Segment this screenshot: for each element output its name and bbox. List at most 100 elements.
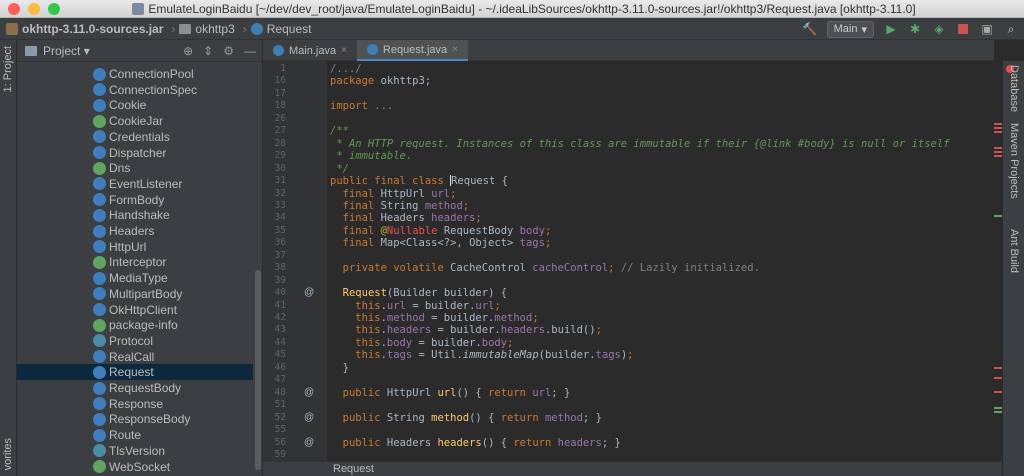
breadcrumb-package[interactable]: okhttp3 [179, 22, 235, 36]
collapse-all-icon[interactable]: ⇕ [203, 44, 213, 58]
stripe-marker[interactable] [994, 123, 1002, 125]
layout-icon[interactable]: ▣ [980, 22, 994, 36]
hide-panel-icon[interactable]: — [244, 44, 256, 58]
interface-icon [93, 255, 106, 269]
minimize-window-button[interactable] [28, 3, 40, 15]
line-number: 34 [274, 212, 286, 224]
stripe-marker[interactable] [994, 411, 1002, 413]
stripe-marker[interactable] [994, 155, 1002, 157]
code-token: ; [494, 299, 501, 312]
tree-item[interactable]: TlsVersion [17, 443, 253, 459]
override-marker-icon[interactable]: @ [304, 412, 314, 423]
tree-item[interactable]: RequestBody [17, 380, 253, 396]
stripe-marker[interactable] [994, 147, 1002, 149]
editor-tab[interactable]: Main.java × [263, 40, 357, 61]
stripe-marker[interactable] [994, 407, 1002, 409]
tree-item[interactable]: WebSocket [17, 459, 253, 475]
debug-icon[interactable]: ✱ [908, 22, 922, 36]
tool-tab-database[interactable]: Database [1008, 65, 1020, 112]
tool-tab-ant[interactable]: Ant Build [1008, 229, 1020, 273]
code-line: final String method; [330, 200, 469, 212]
class-icon [93, 146, 106, 159]
tree-item[interactable]: RealCall [17, 349, 253, 365]
override-marker-icon[interactable]: @ [304, 437, 314, 448]
search-icon[interactable]: ⌕ [1004, 22, 1018, 36]
tree-item[interactable]: Request [17, 364, 253, 381]
stripe-marker[interactable] [994, 127, 1002, 129]
target-icon[interactable]: ⊕ [183, 44, 193, 58]
line-number: 32 [274, 187, 286, 199]
project-tree: ConnectionPool ConnectionSpec Cookie Cookie… [17, 62, 263, 476]
tree-item[interactable]: Protocol [17, 333, 253, 349]
code-token: method [494, 312, 533, 324]
breadcrumb-class[interactable]: Request [250, 22, 311, 36]
project-view-select[interactable]: Project ▾ [43, 44, 90, 58]
gear-icon[interactable]: ⚙ [223, 44, 234, 58]
code-token: tags [386, 349, 413, 362]
tree-item[interactable]: MediaType [17, 270, 253, 286]
tree-scrollbar[interactable] [255, 270, 261, 470]
coverage-icon[interactable]: ◈ [932, 22, 946, 36]
tool-tab-favorites[interactable]: vorites [2, 438, 14, 470]
code-token: Request [342, 287, 387, 300]
stripe-marker[interactable] [994, 215, 1002, 217]
code-editor[interactable]: /.../package okhttp3; import ... /** * An … [327, 61, 994, 461]
tree-item[interactable]: FormBody [17, 192, 253, 208]
tree-item[interactable]: Route [17, 427, 253, 443]
tree-item[interactable]: Headers [17, 223, 253, 239]
tree-item[interactable]: package-info [17, 317, 253, 333]
breadcrumb-jar[interactable]: okhttp-3.11.0-sources.jar [6, 22, 163, 36]
tree-item[interactable]: Cookie [17, 97, 253, 113]
code-line: this.body = builder.body; [330, 337, 513, 349]
class-icon [93, 381, 106, 395]
run-config-select[interactable]: Main ▾ [826, 20, 874, 38]
tree-item[interactable]: ConnectionSpec [17, 82, 253, 98]
close-tab-icon[interactable]: × [341, 45, 347, 56]
tree-item[interactable]: ConnectionPool [17, 66, 253, 82]
code-token: ; [608, 262, 621, 275]
close-tab-icon[interactable]: × [452, 44, 458, 55]
line-number: 48 [274, 386, 286, 398]
editor-breadcrumb-bar: Request [263, 461, 1002, 476]
code-token: this [330, 299, 381, 312]
tree-item-label: package-info [109, 318, 178, 333]
tree-item[interactable]: Dispatcher [17, 145, 253, 161]
tree-item[interactable]: Handshake [17, 207, 253, 223]
tree-item[interactable]: Dns [17, 160, 253, 176]
override-marker-icon[interactable]: @ [304, 387, 314, 398]
tree-item[interactable]: ResponseBody [17, 411, 253, 427]
tree-item[interactable]: Response [17, 396, 253, 412]
editor-tab[interactable]: Request.java × [356, 40, 468, 61]
code-token: body [519, 224, 545, 237]
stop-icon[interactable] [956, 22, 970, 36]
interface-icon [93, 161, 106, 175]
class-icon [93, 303, 106, 316]
editor-breadcrumb[interactable]: Request [333, 463, 374, 475]
override-marker-icon[interactable]: @ [304, 287, 314, 298]
close-window-button[interactable] [8, 3, 20, 15]
stripe-marker[interactable] [994, 131, 1002, 133]
run-icon[interactable]: ▶ [884, 22, 898, 36]
stripe-marker[interactable] [994, 367, 1002, 369]
tool-tab-maven[interactable]: Maven Projects [1008, 123, 1020, 199]
stripe-marker[interactable] [994, 151, 1002, 153]
code-token: (builder. [538, 349, 596, 362]
tree-item-label: CookieJar [109, 114, 164, 129]
code-token: ; } [582, 411, 602, 424]
error-stripe[interactable] [994, 61, 1002, 461]
interface-icon [93, 318, 106, 332]
tree-item[interactable]: OkHttpClient [17, 302, 253, 318]
tree-item[interactable]: Credentials [17, 129, 253, 145]
tree-item[interactable]: CookieJar [17, 113, 253, 129]
tree-item[interactable]: HttpUrl [17, 239, 253, 255]
tree-item[interactable]: MultipartBody [17, 286, 253, 302]
stripe-marker[interactable] [994, 377, 1002, 379]
editor-tab-label: Main.java [289, 44, 337, 57]
code-token: /.../ [330, 63, 362, 75]
tool-tab-project[interactable]: 1: Project [2, 46, 14, 92]
hammer-icon[interactable]: 🔨 [802, 22, 817, 36]
zoom-window-button[interactable] [48, 3, 60, 15]
stripe-marker[interactable] [994, 391, 1002, 393]
tree-item[interactable]: Interceptor [17, 254, 253, 270]
tree-item[interactable]: EventListener [17, 176, 253, 192]
